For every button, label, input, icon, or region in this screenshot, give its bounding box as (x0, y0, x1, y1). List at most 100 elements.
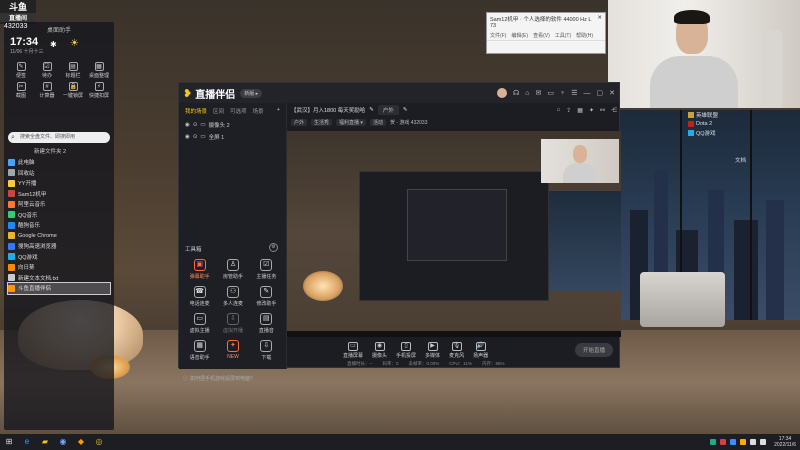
edge-icon[interactable]: e (22, 437, 32, 447)
assistant-tool-3[interactable]: ▦ 桌面整理 (86, 62, 112, 79)
weather-widget[interactable]: ✱ ☀ (50, 38, 79, 49)
source-button-1[interactable]: ◉ 摄像头 (372, 341, 387, 359)
assistant-tool-4[interactable]: ✂ 截图 (8, 82, 34, 99)
toolbox-item-7[interactable]: ⇩ 虚拟开播 (216, 313, 249, 334)
menu-item[interactable]: 工具(T) (555, 32, 571, 39)
message-icon[interactable]: ✉ (535, 89, 541, 97)
rank-chip[interactable]: 福利直播 ▾ (336, 118, 366, 126)
desktop-item[interactable]: 搜狗高速浏览器 (8, 241, 110, 252)
category-chip-1[interactable]: 生活秀 (311, 118, 333, 126)
desktop-item[interactable]: 酷狗音乐 (8, 220, 110, 231)
gift-icon[interactable]: ✦ (589, 107, 594, 114)
desktop-item[interactable]: YY开播 (8, 178, 110, 189)
link-icon[interactable]: ⚯ (600, 107, 605, 114)
lock-icon[interactable]: ⊙ (193, 122, 198, 128)
scene-tab-2[interactable]: 可选项 (230, 107, 247, 115)
edit-category-icon[interactable]: ✎ (403, 107, 408, 113)
folder-name[interactable]: 新建文件夹 2 (34, 147, 66, 155)
volume-icon[interactable] (760, 439, 767, 445)
shop-icon[interactable]: ▦ (577, 107, 583, 114)
assistant-tool-0[interactable]: ✎ 便签 (8, 62, 34, 79)
scene-row[interactable]: ◉ ⊙ ▭ 全屏 1 (179, 131, 286, 143)
chrome-taskbar-icon[interactable]: ◎ (94, 437, 104, 447)
desktop-item[interactable]: 此电脑 (8, 157, 110, 168)
menu-item[interactable]: 查看(V) (533, 32, 550, 39)
scene-tab-0[interactable]: 我的场景 (185, 107, 207, 115)
lock-icon[interactable]: ⊙ (193, 134, 198, 140)
gift-icon[interactable]: ⌂ (525, 90, 529, 97)
assistant-tool-6[interactable]: 🔒 一键锁屏 (60, 82, 86, 99)
maximize-icon[interactable]: ▢ (597, 89, 604, 97)
source-button-2[interactable]: ▯ 手机投屏 (396, 341, 416, 359)
category-chip-0[interactable]: 户外 (291, 118, 308, 126)
shirt-icon[interactable]: ♆ (560, 90, 565, 97)
source-button-0[interactable]: ▭ 直播屏幕 (343, 341, 363, 359)
desktop-item[interactable]: 新建文本文档.txt (8, 273, 110, 284)
toolbox-item-2[interactable]: ☑ 主播任务 (250, 259, 283, 280)
toolbox-item-1[interactable]: ♙ 房管助手 (216, 259, 249, 280)
edit-title-icon[interactable]: ✎ (369, 107, 374, 113)
share-network-icon[interactable]: ⋲ (611, 107, 617, 114)
file-explorer-icon[interactable]: ▰ (40, 437, 50, 447)
desktop-item[interactable]: QQ音乐 (8, 210, 110, 221)
version-badge[interactable]: 新版 ▸ (240, 88, 263, 98)
close-icon[interactable]: ✕ (597, 15, 602, 29)
minimize-icon[interactable]: — (584, 90, 591, 97)
toolbox-settings-icon[interactable]: ⚙ (269, 243, 278, 252)
tray-app-icon[interactable] (720, 439, 727, 445)
desktop-doc-label[interactable]: 文档 (735, 156, 746, 164)
windows-start-icon[interactable]: ⊞ (4, 437, 14, 447)
right-desktop-item[interactable]: Dota 2 (688, 119, 718, 128)
eye-icon[interactable]: ◉ (185, 122, 190, 128)
activity-chip[interactable]: 活动 (369, 118, 386, 126)
tray-app-icon[interactable] (740, 439, 747, 445)
settings-icon[interactable]: ✱ (50, 40, 57, 49)
toolbox-item-0[interactable]: ▣ 弹幕助手 (183, 259, 216, 280)
desktop-item[interactable]: 回收站 (8, 168, 110, 179)
room-title[interactable]: 【武汉】月入1800 每天奖励哈 (291, 106, 365, 114)
chat-icon[interactable]: ▭ (547, 89, 554, 97)
scene-tab-3[interactable]: 场景 (253, 107, 264, 115)
toolbox-item-9[interactable]: ▦ 语音助手 (183, 340, 216, 361)
start-live-button[interactable]: 开始直播 (574, 343, 613, 357)
desktop-item[interactable]: QQ游戏 (8, 252, 110, 263)
toolbox-item-6[interactable]: ▭ 虚拟主播 (183, 313, 216, 334)
source-button-4[interactable]: 🎙 麦克风 (449, 341, 464, 359)
home-icon[interactable]: ⌂ (557, 107, 561, 114)
headset-icon[interactable]: ☊ (513, 89, 519, 97)
desktop-item[interactable]: 斗鱼直播伴侣 (7, 282, 111, 295)
menu-item[interactable]: 帮助(H) (576, 32, 593, 39)
share-icon[interactable]: ⇪ (566, 107, 571, 114)
tray-app-icon[interactable] (710, 439, 717, 445)
desktop-item[interactable]: Sam12机甲 (8, 189, 110, 200)
assistant-tool-7[interactable]: ⚡ 快捷扣屏 (86, 82, 112, 99)
avatar[interactable] (497, 88, 508, 98)
toolbox-item-11[interactable]: ⇩ 下载 (250, 340, 283, 361)
music-player-window[interactable]: Sam12机甲 · 个人选择的软件 44000 Hz L 73 ✕ 文件(F) 编辑… (486, 12, 606, 54)
toolbox-item-8[interactable]: ▤ 直播音 (250, 313, 283, 334)
tray-app-icon[interactable] (730, 439, 737, 445)
scene-row[interactable]: ◉ ⊙ ▭ 摄像头 2 (179, 119, 286, 131)
toolbox-item-4[interactable]: ⚇ 多人连麦 (216, 286, 249, 307)
eye-icon[interactable]: ◉ (185, 134, 190, 140)
source-button-5[interactable]: 🔊 扬声器 (473, 341, 488, 359)
assistant-tool-1[interactable]: ☑ 待办 (34, 62, 60, 79)
toolbox-item-5[interactable]: ✎ 修改助手 (250, 286, 283, 307)
close-icon[interactable]: ✕ (609, 89, 615, 97)
stream-preview[interactable] (287, 131, 621, 337)
menu-icon[interactable]: ☰ (571, 89, 577, 97)
room-category-chip[interactable]: 户外 (377, 105, 399, 115)
source-button-3[interactable]: ▶ 多媒体 (425, 341, 440, 359)
toolbox-item-10[interactable]: ✦ NEW (216, 340, 249, 361)
help-hint[interactable]: ⓘ 如何把手机游戏投屏到电脑? (183, 375, 253, 382)
live-app-taskbar-icon[interactable]: ◆ (76, 437, 86, 447)
scene-tab-1[interactable]: 区间 (213, 107, 224, 115)
assistant-tool-2[interactable]: ▤ 标题栏 (60, 62, 86, 79)
app-taskbar-icon[interactable]: ◉ (58, 437, 68, 447)
taskbar-clock[interactable]: 17:34 2022/11/6 (774, 436, 796, 448)
desktop-item[interactable]: 阿里云音乐 (8, 199, 110, 210)
assistant-search-input[interactable]: ⌕ 搜索全盘文件、即搜即用 (8, 132, 110, 143)
menu-item[interactable]: 文件(F) (490, 32, 506, 39)
right-desktop-item[interactable]: QQ游戏 (688, 128, 718, 137)
desktop-item[interactable]: Google Chrome (8, 231, 110, 242)
